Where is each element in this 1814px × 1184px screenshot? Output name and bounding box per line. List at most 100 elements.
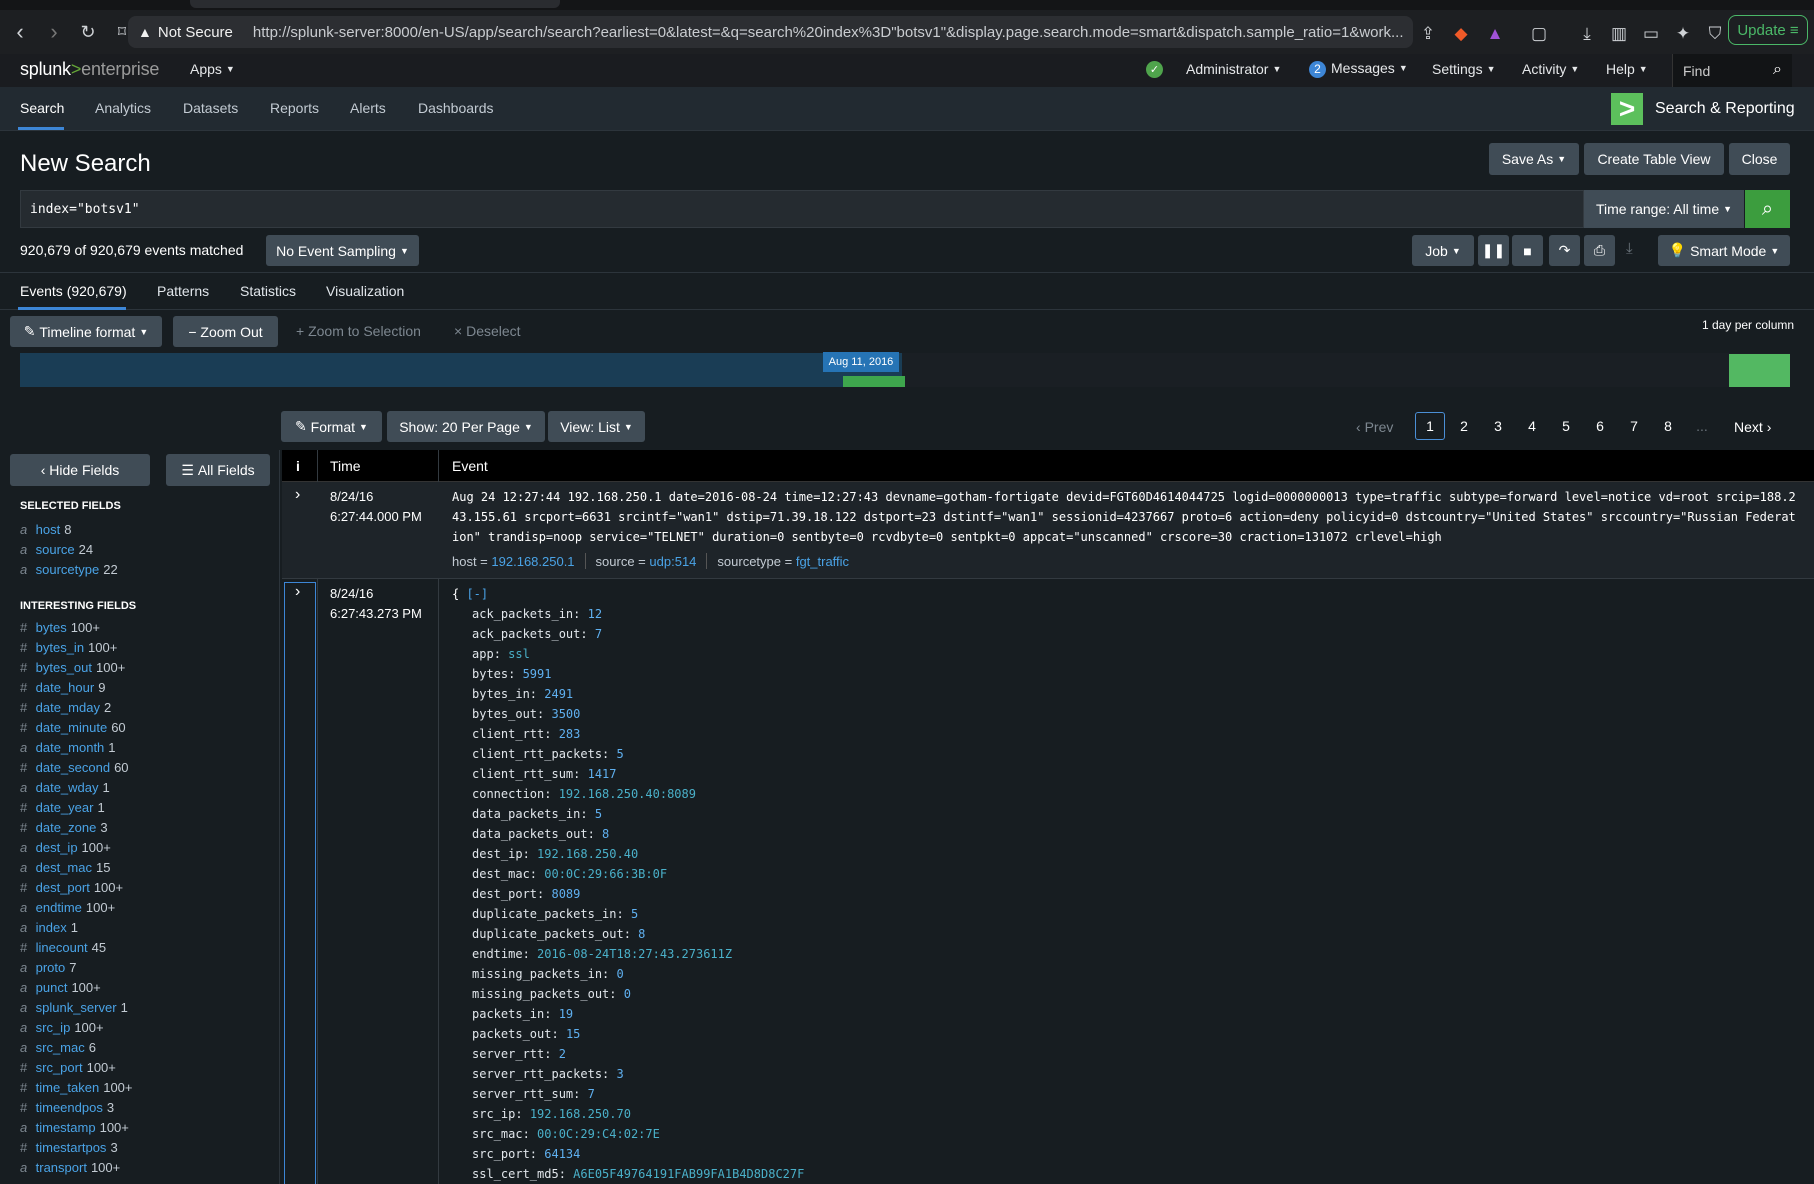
field-item[interactable]: a src_ip 100+ xyxy=(20,1020,104,1035)
field-name[interactable]: dest_ip xyxy=(36,840,78,855)
json-value[interactable]: 00:0C:29:C4:02:7E xyxy=(537,1127,660,1141)
administrator-menu[interactable]: Administrator ▼ xyxy=(1186,61,1281,77)
json-key[interactable]: dest_ip xyxy=(472,847,523,861)
create-table-view-button[interactable]: Create Table View xyxy=(1584,143,1724,175)
search-mode-dropdown[interactable]: 💡 Smart Mode ▼ xyxy=(1658,235,1790,266)
field-name[interactable]: timeendpos xyxy=(36,1100,103,1115)
deselect-button[interactable]: × Deselect xyxy=(454,323,521,339)
close-button[interactable]: Close xyxy=(1729,143,1790,175)
field-name[interactable]: src_ip xyxy=(36,1020,71,1035)
expand-row-icon[interactable]: › xyxy=(295,583,300,601)
json-key[interactable]: bytes xyxy=(472,667,508,681)
field-item[interactable]: a index 1 xyxy=(20,920,78,935)
field-name[interactable]: timestartpos xyxy=(36,1140,107,1155)
field-name[interactable]: host xyxy=(36,522,61,537)
field-item[interactable]: a src_mac 6 xyxy=(20,1040,96,1055)
json-value[interactable]: 2 xyxy=(559,1047,566,1061)
back-icon[interactable]: ‹ xyxy=(6,18,34,46)
field-item[interactable]: a sourcetype 22 xyxy=(20,562,118,577)
leo-icon[interactable]: ✦ xyxy=(1672,23,1694,45)
health-status-icon[interactable]: ✓ xyxy=(1146,61,1163,78)
field-item[interactable]: # timeendpos 3 xyxy=(20,1100,114,1115)
prev-page-button[interactable]: ‹ Prev xyxy=(1356,419,1393,435)
json-value[interactable]: 5 xyxy=(617,747,624,761)
field-item[interactable]: a splunk_server 1 xyxy=(20,1000,128,1015)
page-1[interactable]: 1 xyxy=(1415,412,1445,440)
nav-search[interactable]: Search xyxy=(20,100,64,116)
nav-reports[interactable]: Reports xyxy=(270,100,319,116)
tab-patterns[interactable]: Patterns xyxy=(157,283,209,299)
vpn-icon[interactable]: ⛉ xyxy=(1704,23,1726,45)
field-name[interactable]: date_zone xyxy=(36,820,97,835)
field-name[interactable]: date_hour xyxy=(36,680,95,695)
download-icon[interactable]: ⤓ xyxy=(1576,23,1598,45)
field-item[interactable]: a date_month 1 xyxy=(20,740,116,755)
field-item[interactable]: a endtime 100+ xyxy=(20,900,115,915)
field-name[interactable]: splunk_server xyxy=(36,1000,117,1015)
field-name[interactable]: src_mac xyxy=(36,1040,85,1055)
json-key[interactable]: missing_packets_out xyxy=(472,987,609,1001)
field-item[interactable]: a dest_ip 100+ xyxy=(20,840,111,855)
time-range-picker[interactable]: Time range: All time ▼ xyxy=(1584,190,1744,228)
field-name[interactable]: date_second xyxy=(36,760,110,775)
field-item[interactable]: # bytes 100+ xyxy=(20,620,100,635)
expand-row-icon[interactable]: › xyxy=(295,486,300,504)
field-item[interactable]: # date_second 60 xyxy=(20,760,129,775)
field-name[interactable]: date_year xyxy=(36,800,94,815)
nav-datasets[interactable]: Datasets xyxy=(183,100,238,116)
field-item[interactable]: # src_port 100+ xyxy=(20,1060,116,1075)
field-name[interactable]: dest_port xyxy=(36,880,90,895)
field-item[interactable]: # date_zone 3 xyxy=(20,820,108,835)
hide-fields-button[interactable]: ‹ Hide Fields xyxy=(10,454,150,486)
forward-icon[interactable]: › xyxy=(40,18,68,46)
field-item[interactable]: # bytes_in 100+ xyxy=(20,640,117,655)
field-name[interactable]: date_wday xyxy=(36,780,99,795)
json-value[interactable]: 2491 xyxy=(544,687,573,701)
apps-menu[interactable]: Apps ▼ xyxy=(190,61,235,77)
help-menu[interactable]: Help ▼ xyxy=(1606,61,1648,77)
sourcetype-value[interactable]: fgt_traffic xyxy=(796,554,849,569)
json-value[interactable]: 3500 xyxy=(551,707,580,721)
all-fields-button[interactable]: ☰ All Fields xyxy=(166,454,270,486)
json-value[interactable]: 5 xyxy=(595,807,602,821)
host-value[interactable]: 192.168.250.1 xyxy=(491,554,574,569)
json-key[interactable]: server_rtt xyxy=(472,1047,544,1061)
event-raw-text[interactable]: Aug 24 12:27:44 192.168.250.1 date=2016-… xyxy=(452,487,1797,547)
field-item[interactable]: a dest_mac 15 xyxy=(20,860,110,875)
field-name[interactable]: date_minute xyxy=(36,720,108,735)
field-name[interactable]: dest_mac xyxy=(36,860,92,875)
json-key[interactable]: endtime xyxy=(472,947,523,961)
json-value[interactable]: 192.168.250.40 xyxy=(537,847,638,861)
pause-button[interactable]: ❚❚ xyxy=(1478,235,1509,266)
share-icon[interactable]: ⇪ xyxy=(1417,23,1439,45)
sidebar-icon[interactable]: ▥ xyxy=(1608,23,1630,45)
field-name[interactable]: bytes_in xyxy=(36,640,84,655)
field-name[interactable]: linecount xyxy=(36,940,88,955)
find-input[interactable]: Find ⌕ xyxy=(1672,54,1792,87)
json-value[interactable]: 15 xyxy=(566,1027,580,1041)
json-key[interactable]: packets_out xyxy=(472,1027,551,1041)
field-item[interactable]: # date_mday 2 xyxy=(20,700,111,715)
tab-visualization[interactable]: Visualization xyxy=(326,283,404,299)
stop-button[interactable]: ■ xyxy=(1512,235,1543,266)
json-value[interactable]: 192.168.250.40:8089 xyxy=(559,787,696,801)
json-key[interactable]: duplicate_packets_out xyxy=(472,927,624,941)
timeline-bar[interactable] xyxy=(843,376,905,387)
json-value[interactable]: 3 xyxy=(617,1067,624,1081)
json-key[interactable]: src_port xyxy=(472,1147,530,1161)
job-menu-button[interactable]: Job ▼ xyxy=(1412,235,1474,266)
json-value[interactable]: 64134 xyxy=(544,1147,580,1161)
json-key[interactable]: bytes_out xyxy=(472,707,537,721)
field-item[interactable]: a punct 100+ xyxy=(20,980,101,995)
json-key[interactable]: src_ip xyxy=(472,1107,515,1121)
json-key[interactable]: data_packets_out xyxy=(472,827,588,841)
field-name[interactable]: bytes xyxy=(36,620,67,635)
field-name[interactable]: date_month xyxy=(36,740,105,755)
json-key[interactable]: connection xyxy=(472,787,544,801)
field-name[interactable]: index xyxy=(36,920,67,935)
json-key[interactable]: dest_port xyxy=(472,887,537,901)
view-dropdown[interactable]: View: List ▼ xyxy=(548,411,645,442)
json-value[interactable]: 5 xyxy=(631,907,638,921)
field-name[interactable]: date_mday xyxy=(36,700,100,715)
tab-statistics[interactable]: Statistics xyxy=(240,283,296,299)
